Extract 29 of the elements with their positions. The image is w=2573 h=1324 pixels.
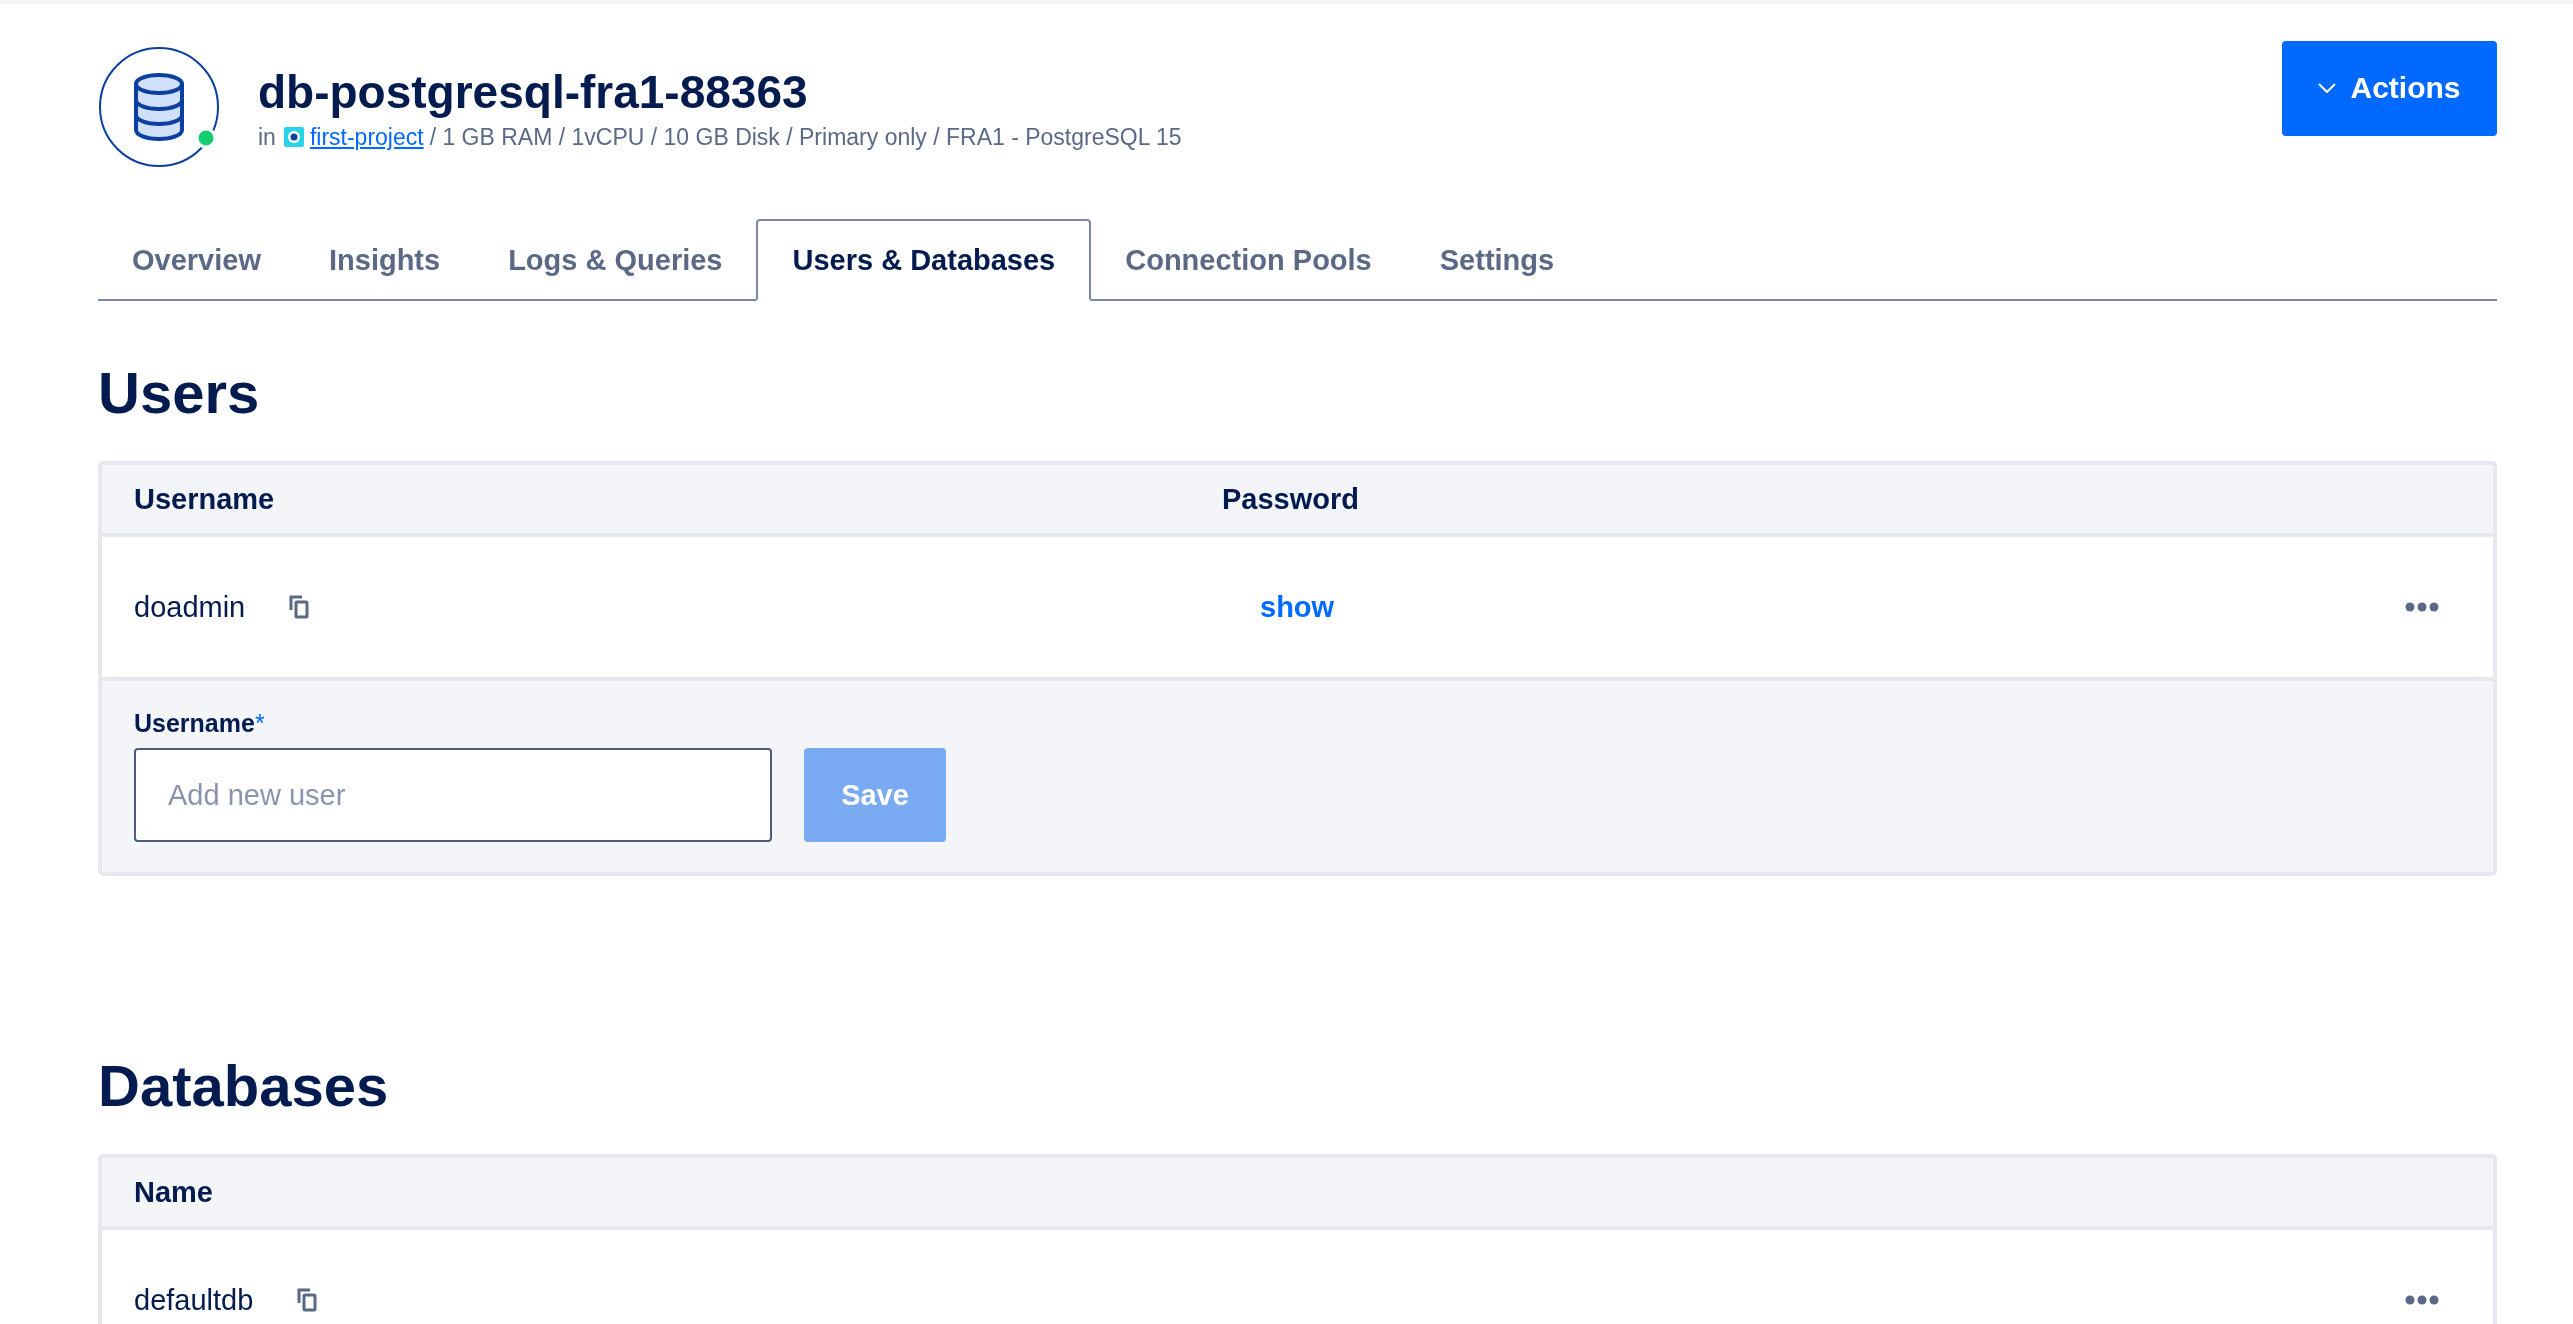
project-icon: [283, 127, 304, 147]
required-mark: *: [254, 709, 265, 737]
tab[interactable]: Overview: [98, 221, 295, 301]
copy-icon[interactable]: [289, 595, 310, 619]
tab[interactable]: Logs & Queries: [474, 221, 757, 301]
database-icon: [98, 46, 220, 168]
table-cell: doadmin: [134, 590, 246, 624]
copy-icon[interactable]: [297, 1288, 318, 1312]
tab[interactable]: Users & Databases: [756, 219, 1092, 301]
tab[interactable]: Insights: [295, 221, 475, 301]
tab[interactable]: Settings: [1405, 221, 1589, 301]
username-field[interactable]: Add new user: [134, 748, 772, 842]
more-icon[interactable]: [2405, 602, 2439, 612]
column-header: Username: [133, 482, 276, 516]
more-icon[interactable]: [2405, 1295, 2439, 1305]
column-header: Name: [133, 1175, 214, 1209]
field-label: Username: [134, 709, 255, 737]
show-password-link[interactable]: show: [1260, 590, 1335, 623]
chevron-down-icon: [2318, 83, 2337, 93]
database-title: db-postgresql-fra1-88363: [258, 64, 809, 120]
in-label: in: [258, 123, 276, 151]
section-heading: Users: [98, 361, 261, 425]
column-header: Password: [1222, 482, 1360, 516]
actions-button[interactable]: Actions: [2282, 40, 2497, 136]
tab[interactable]: Connection Pools: [1091, 221, 1406, 301]
project-link[interactable]: first-project: [309, 123, 424, 151]
table-cell: defaultdb: [134, 1283, 254, 1317]
database-details: / 1 GB RAM / 1vCPU / 10 GB Disk / Primary only / FRA1 - PostgreSQL 15: [429, 123, 1182, 151]
section-heading: Databases: [98, 1054, 390, 1118]
